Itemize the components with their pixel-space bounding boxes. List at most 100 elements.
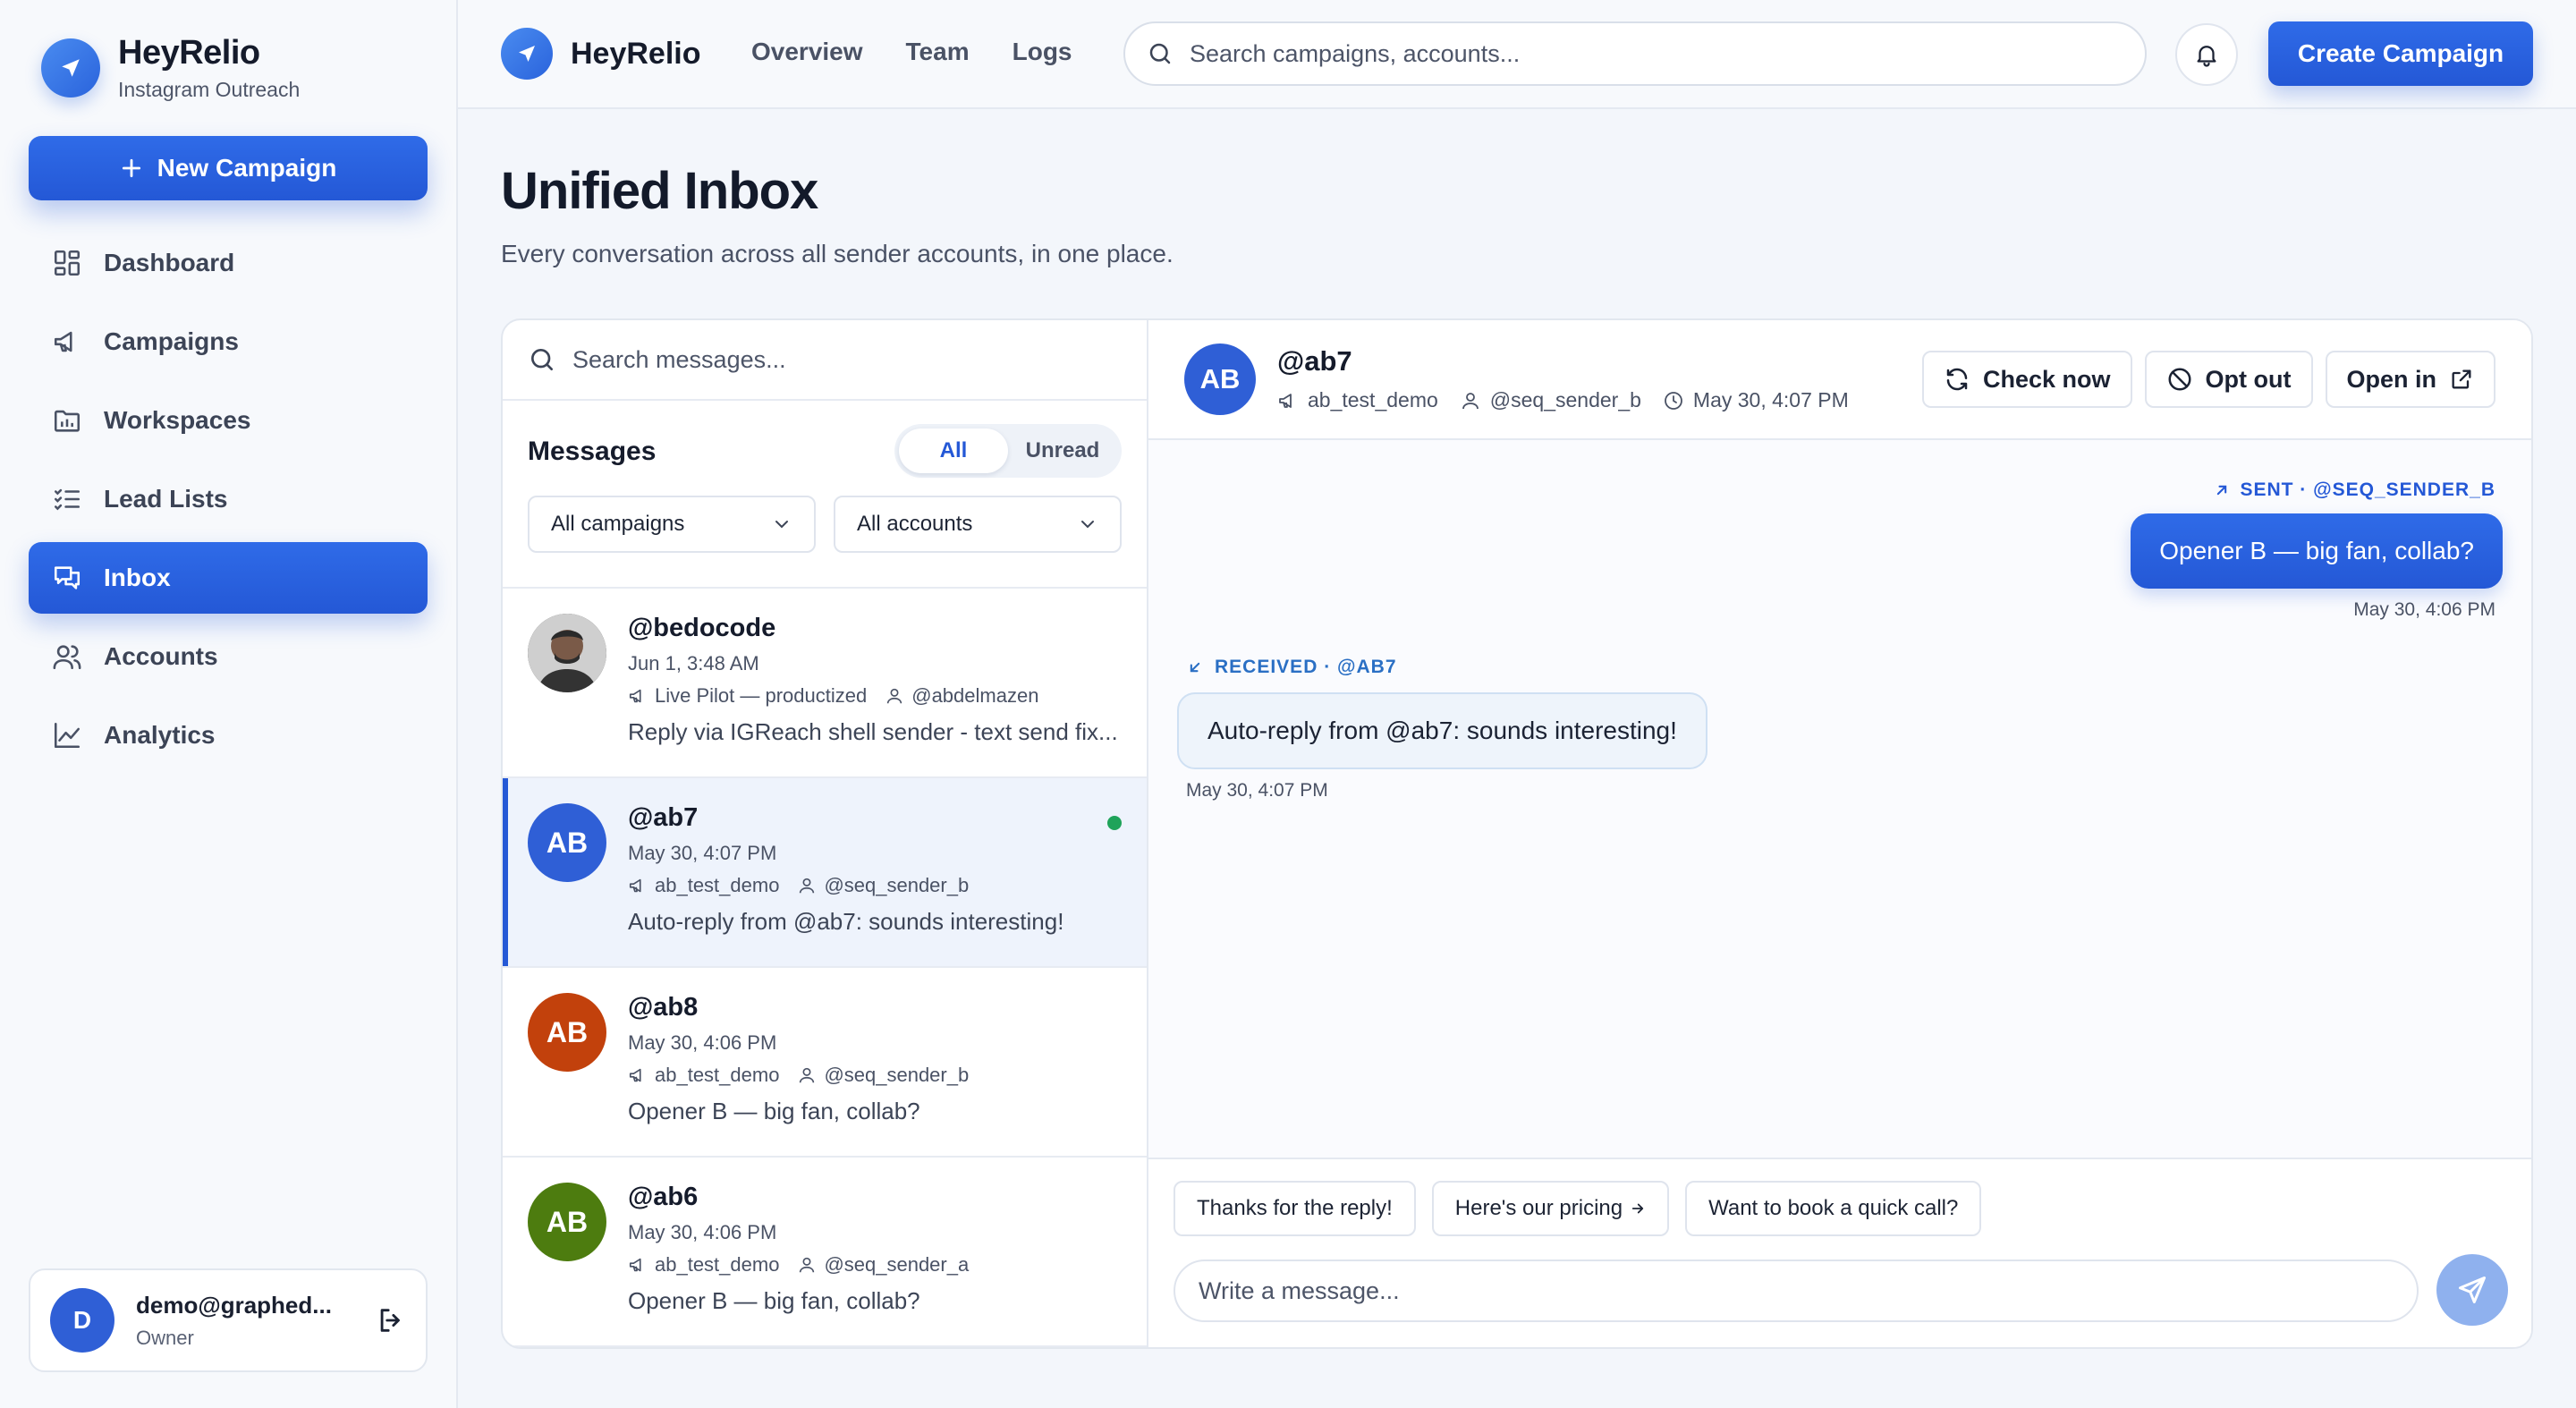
send-icon <box>519 46 535 62</box>
filter-unread-button[interactable]: Unread <box>1008 428 1117 473</box>
sidebar-item-dashboard[interactable]: Dashboard <box>29 227 428 299</box>
brand-name: HeyRelio <box>118 34 260 72</box>
user-email: demo@graphed... <box>136 1291 332 1319</box>
quick-reply-chip[interactable]: Here's our pricing <box>1431 1181 1670 1236</box>
sidebar-item-label: Dashboard <box>104 249 235 276</box>
conversation-item[interactable]: AB @ab8 May 30, 4:06 PM ab_test_demo @se… <box>503 968 1147 1158</box>
filter-all-button[interactable]: All <box>899 428 1008 473</box>
create-campaign-button[interactable]: Create Campaign <box>2268 21 2533 86</box>
quick-reply-chip[interactable]: Thanks for the reply! <box>1174 1181 1416 1236</box>
new-campaign-button[interactable]: New Campaign <box>29 136 428 200</box>
logout-button[interactable] <box>376 1305 406 1336</box>
notifications-button[interactable] <box>2175 23 2238 86</box>
conversation-sender: @seq_sender_b <box>824 1064 970 1086</box>
message-input-field[interactable] <box>1174 1260 2419 1322</box>
sidebar-item-label: Accounts <box>104 642 218 670</box>
sidebar-item-lead-lists[interactable]: Lead Lists <box>29 463 428 535</box>
received-message-bubble: Auto-reply from @ab7: sounds interesting… <box>1177 692 1707 769</box>
conversation-campaign: ab_test_demo <box>655 1253 780 1276</box>
thread-time: May 30, 4:07 PM <box>1692 388 1849 411</box>
quick-reply-chip[interactable]: Want to book a quick call? <box>1685 1181 1982 1236</box>
plus-icon <box>122 158 140 178</box>
sidebar-item-inbox[interactable]: Inbox <box>29 542 428 614</box>
global-search[interactable] <box>1123 21 2147 86</box>
sidebar-nav: Dashboard Campaigns Workspaces Lead List… <box>29 227 428 778</box>
user-icon <box>887 688 902 704</box>
send-button[interactable] <box>2436 1254 2508 1326</box>
check-now-button[interactable]: Check now <box>1922 351 2132 408</box>
avatar <box>528 614 606 692</box>
conversation-sender: @abdelmazen <box>911 684 1039 707</box>
conversation-time: Jun 1, 3:48 AM <box>628 652 759 674</box>
campaign-filter-value: All campaigns <box>551 512 685 536</box>
user-card[interactable]: D demo@graphed... Owner <box>29 1268 428 1372</box>
account-filter-select[interactable]: All accounts <box>834 496 1122 553</box>
top-nav: Overview Team Logs <box>751 38 1115 66</box>
conversation-campaign: ab_test_demo <box>655 1064 780 1086</box>
ban-icon <box>2168 368 2191 391</box>
thread-handle: @ab7 <box>1277 345 1352 377</box>
top-brand[interactable]: HeyRelio <box>501 28 701 80</box>
thread-sender: @seq_sender_b <box>1489 388 1641 411</box>
page-title: Unified Inbox <box>501 162 818 220</box>
sidebar-item-accounts[interactable]: Accounts <box>29 621 428 692</box>
sidebar: HeyRelio Instagram Outreach New Campaign… <box>0 0 458 1408</box>
top-link-team[interactable]: Team <box>906 38 970 66</box>
sidebar-item-analytics[interactable]: Analytics <box>29 700 428 771</box>
search-icon <box>531 349 553 370</box>
megaphone-icon <box>629 1258 641 1272</box>
conversation-preview: Opener B — big fan, collab? <box>628 1098 920 1124</box>
received-message-label: RECEIVED · @AB7 <box>1186 657 1397 678</box>
arrow-down-left-icon <box>1190 662 1200 673</box>
folder-icon <box>54 410 80 432</box>
avatar: AB <box>528 803 606 882</box>
top-link-overview[interactable]: Overview <box>751 38 863 66</box>
sidebar-item-workspaces[interactable]: Workspaces <box>29 385 428 456</box>
opt-out-label: Opt out <box>2205 365 2292 393</box>
chat-icon <box>54 566 80 589</box>
global-search-input[interactable] <box>1190 39 2084 68</box>
conversation-preview: Reply via IGReach shell sender - text se… <box>628 718 1118 745</box>
arrow-right-icon <box>1631 1203 1644 1214</box>
sidebar-item-campaigns[interactable]: Campaigns <box>29 306 428 377</box>
search-icon <box>1149 43 1171 64</box>
sidebar-item-label: Campaigns <box>104 327 239 355</box>
logout-icon <box>380 1309 400 1332</box>
chevron-down-icon <box>775 521 788 529</box>
conversation-list: Messages All Unread All campaigns All ac… <box>503 320 1148 1347</box>
message-input[interactable] <box>1199 1277 2379 1305</box>
open-in-button[interactable]: Open in <box>2325 351 2496 408</box>
message-search[interactable] <box>503 320 1147 401</box>
quick-replies: Thanks for the reply! Here's our pricing… <box>1174 1181 1997 1236</box>
avatar: D <box>50 1288 114 1353</box>
brand[interactable]: HeyRelio Instagram Outreach <box>41 34 300 102</box>
quick-reply-label: Here's our pricing <box>1454 1196 1623 1220</box>
conversation-handle: @bedocode <box>628 614 776 642</box>
campaign-filter-select[interactable]: All campaigns <box>528 496 816 553</box>
conversation-item-selected[interactable]: AB @ab7 May 30, 4:07 PM ab_test_demo @se… <box>503 778 1147 968</box>
message-search-input[interactable] <box>572 345 1109 374</box>
users-icon <box>53 645 81 670</box>
conversation-item[interactable]: @bedocode Jun 1, 3:48 AM Live Pilot — pr… <box>503 589 1147 778</box>
account-filter-value: All accounts <box>857 512 973 536</box>
conversation-time: May 30, 4:06 PM <box>628 1031 777 1054</box>
new-campaign-label: New Campaign <box>157 154 337 182</box>
dashboard-icon <box>54 250 80 276</box>
top-link-logs[interactable]: Logs <box>1013 38 1072 66</box>
bell-icon <box>2197 46 2216 67</box>
conversation-preview: Opener B — big fan, collab? <box>628 1287 920 1314</box>
thread-campaign: ab_test_demo <box>1308 388 1438 411</box>
brand-logo <box>41 38 100 98</box>
conversation-item[interactable]: AB @ab6 May 30, 4:06 PM ab_test_demo @se… <box>503 1158 1147 1347</box>
sidebar-item-label: Lead Lists <box>104 485 228 513</box>
megaphone-icon <box>629 878 641 893</box>
top-brand-name: HeyRelio <box>571 36 701 71</box>
sidebar-item-label: Workspaces <box>104 406 251 434</box>
user-role: Owner <box>136 1326 194 1349</box>
send-icon <box>2459 1277 2486 1303</box>
sent-message-label: SENT · @SEQ_SENDER_B <box>2213 479 2496 501</box>
external-link-icon <box>2452 369 2471 389</box>
user-icon <box>800 1257 815 1273</box>
brand-tagline: Instagram Outreach <box>118 78 301 101</box>
opt-out-button[interactable]: Opt out <box>2144 351 2313 408</box>
